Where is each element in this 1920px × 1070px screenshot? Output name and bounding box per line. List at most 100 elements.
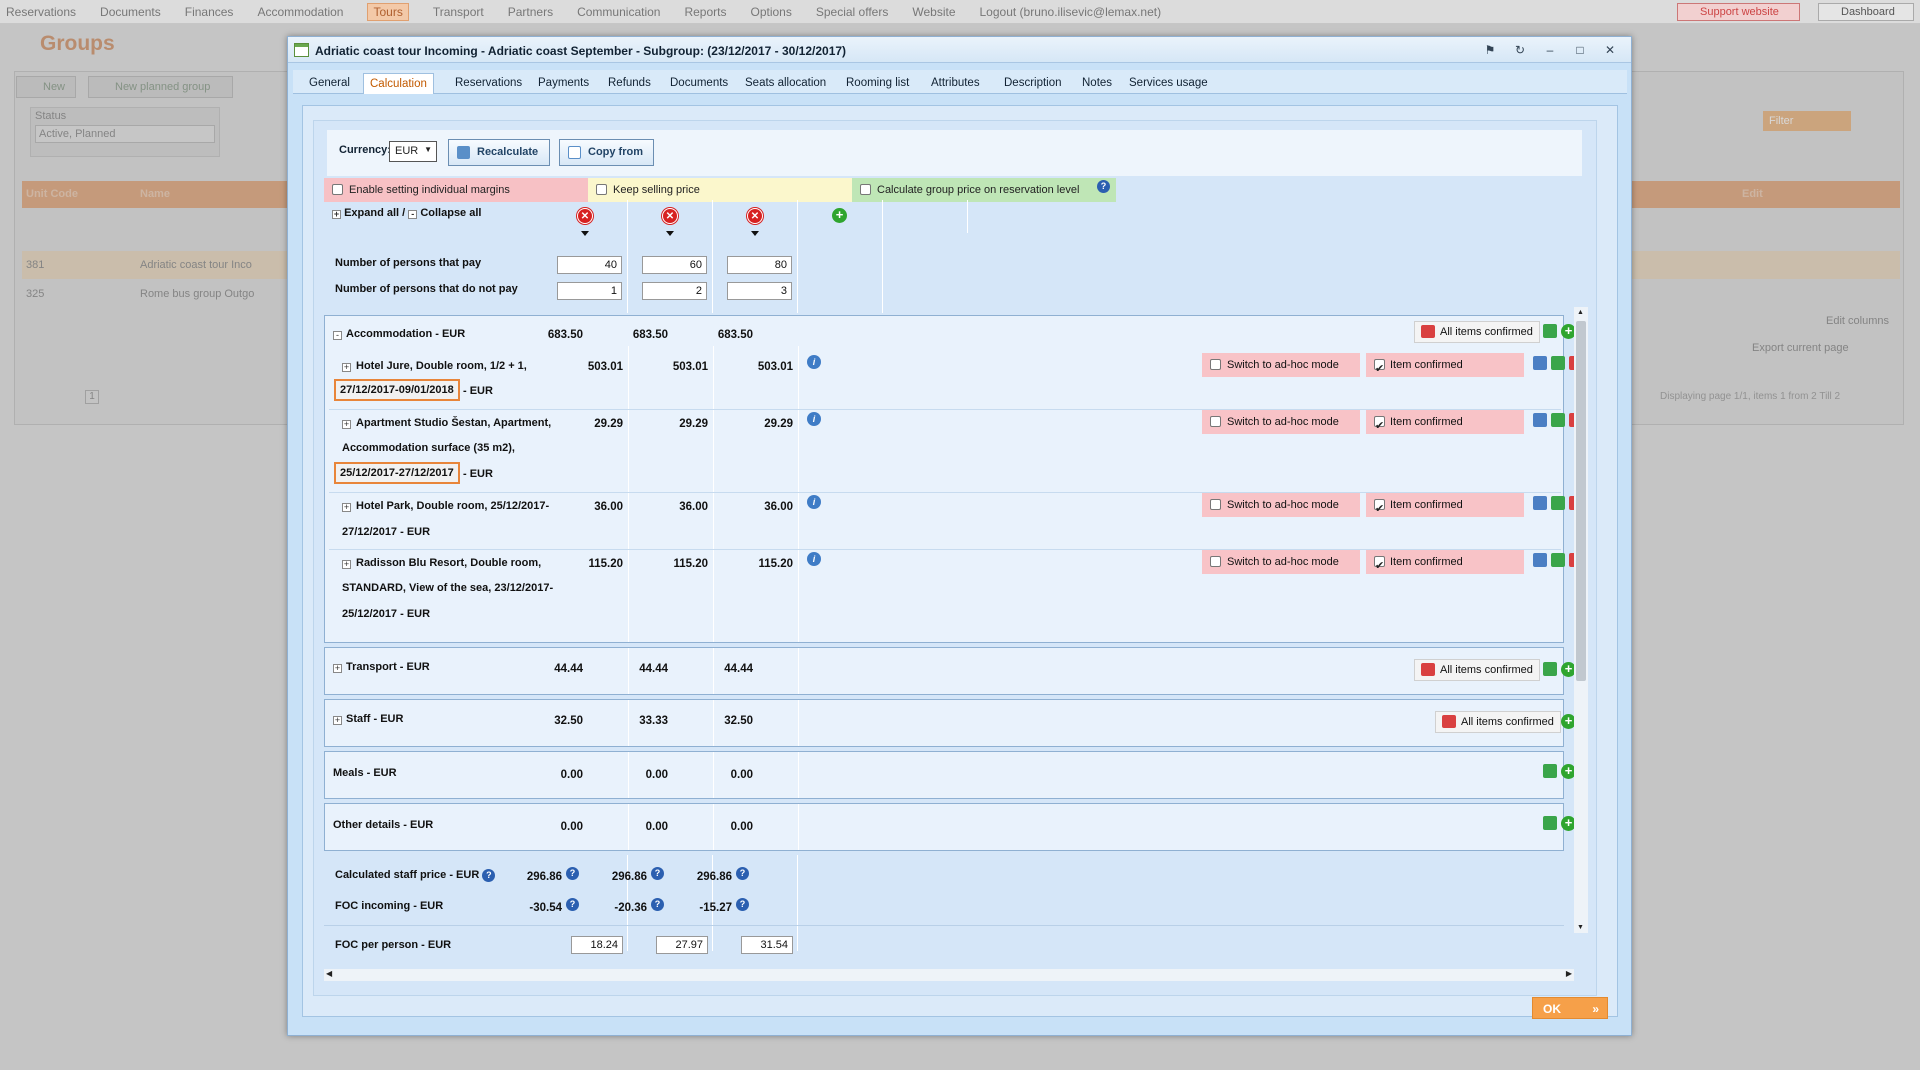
tab-services-usage[interactable]: Services usage [1123, 73, 1214, 94]
all-items-confirmed-button[interactable]: All items confirmed [1435, 711, 1561, 733]
edit-section-icon[interactable] [1543, 816, 1557, 830]
option-group-price[interactable]: Calculate group price on reservation lev… [852, 178, 1116, 202]
copy-from-button[interactable]: Copy from [559, 139, 654, 166]
adhoc-checkbox[interactable] [1210, 499, 1221, 510]
help-icon[interactable]: ? [736, 867, 749, 880]
keep-price-checkbox[interactable] [596, 184, 607, 195]
minimize-icon[interactable]: – [1541, 42, 1559, 58]
menu-communication[interactable]: Communication [577, 5, 660, 21]
info-icon[interactable]: i [807, 495, 821, 509]
expand-item-icon[interactable]: + [342, 560, 351, 569]
option-individual-margins[interactable]: Enable setting individual margins [324, 178, 588, 202]
column-2-menu-icon[interactable] [666, 231, 674, 236]
support-website-button[interactable]: Support website [1677, 3, 1800, 21]
currency-select[interactable]: EUR ▼ [389, 141, 437, 162]
persons-pay-input-2[interactable]: 60 [642, 256, 707, 274]
tab-notes[interactable]: Notes [1076, 73, 1118, 94]
collapse-icon[interactable]: - [408, 210, 418, 219]
foc-per-person-input-3[interactable]: 31.54 [741, 936, 793, 954]
remove-column-3-icon[interactable]: ✕ [747, 208, 763, 224]
menu-documents[interactable]: Documents [100, 5, 161, 21]
switch-adhoc-toggle[interactable]: Switch to ad-hoc mode [1202, 493, 1360, 517]
menu-transport[interactable]: Transport [433, 5, 484, 21]
recalculate-button[interactable]: Recalculate [448, 139, 550, 166]
switch-adhoc-toggle[interactable]: Switch to ad-hoc mode [1202, 410, 1360, 434]
tab-description[interactable]: Description [998, 73, 1068, 94]
all-items-confirmed-button[interactable]: All items confirmed [1414, 659, 1540, 681]
dashboard-button[interactable]: Dashboard [1818, 3, 1914, 21]
tab-reservations[interactable]: Reservations [449, 73, 528, 94]
collapse-accommodation-icon[interactable]: - [333, 331, 342, 340]
item-details-icon[interactable] [1533, 356, 1547, 370]
menu-partners[interactable]: Partners [508, 5, 553, 21]
item-confirmed-checkbox[interactable] [1374, 554, 1385, 578]
help-icon[interactable]: ? [1097, 180, 1110, 193]
expand-item-icon[interactable]: + [342, 503, 351, 512]
margins-checkbox[interactable] [332, 184, 343, 195]
ok-button[interactable]: OK » [1532, 997, 1608, 1019]
tab-rooming-list[interactable]: Rooming list [840, 73, 915, 94]
item-confirmed-toggle[interactable]: Item confirmed [1366, 550, 1524, 578]
expand-icon[interactable]: + [332, 210, 341, 219]
collapse-all-link[interactable]: Collapse all [420, 207, 481, 219]
info-icon[interactable]: i [807, 552, 821, 566]
menu-accommodation[interactable]: Accommodation [257, 5, 343, 21]
info-icon[interactable]: i [807, 355, 821, 369]
item-details-icon[interactable] [1533, 413, 1547, 427]
maximize-icon[interactable]: □ [1571, 42, 1589, 58]
menu-special-offers[interactable]: Special offers [816, 5, 889, 21]
switch-adhoc-toggle[interactable]: Switch to ad-hoc mode [1202, 550, 1360, 574]
item-confirmed-checkbox[interactable] [1374, 357, 1385, 381]
menu-reports[interactable]: Reports [684, 5, 726, 21]
scroll-thumb[interactable] [1576, 321, 1586, 681]
foc-per-person-input-1[interactable]: 18.24 [571, 936, 623, 954]
tab-attributes[interactable]: Attributes [925, 73, 986, 94]
tab-payments[interactable]: Payments [532, 73, 595, 94]
expand-all-link[interactable]: Expand all / [344, 207, 405, 219]
refresh-icon[interactable]: ↻ [1511, 42, 1529, 58]
item-confirmed-toggle[interactable]: Item confirmed [1366, 493, 1524, 521]
foc-per-person-input-2[interactable]: 27.97 [656, 936, 708, 954]
item-edit-icon[interactable] [1551, 413, 1565, 427]
menu-website[interactable]: Website [912, 5, 955, 21]
adhoc-checkbox[interactable] [1210, 416, 1221, 427]
adhoc-checkbox[interactable] [1210, 556, 1221, 567]
scroll-left-icon[interactable]: ◀ [326, 969, 332, 978]
item-edit-icon[interactable] [1551, 496, 1565, 510]
item-confirmed-toggle[interactable]: Item confirmed [1366, 353, 1524, 381]
item-confirmed-toggle[interactable]: Item confirmed [1366, 410, 1524, 438]
item-details-icon[interactable] [1533, 496, 1547, 510]
menu-options[interactable]: Options [751, 5, 792, 21]
item-apartment-dates[interactable]: 25/12/2017-27/12/2017 [334, 462, 460, 484]
group-price-checkbox[interactable] [860, 184, 871, 195]
tab-calculation[interactable]: Calculation [363, 73, 434, 94]
item-confirmed-checkbox[interactable] [1374, 414, 1385, 438]
tab-documents[interactable]: Documents [664, 73, 734, 94]
scroll-right-icon[interactable]: ▶ [1566, 969, 1572, 978]
expand-item-icon[interactable]: + [342, 363, 351, 372]
expand-transport-icon[interactable]: + [333, 664, 342, 673]
remove-column-2-icon[interactable]: ✕ [662, 208, 678, 224]
add-column-icon[interactable]: + [832, 208, 847, 223]
menu-reservations[interactable]: Reservations [6, 5, 76, 21]
vertical-scrollbar[interactable]: ▲ ▼ [1574, 307, 1588, 933]
item-edit-icon[interactable] [1551, 356, 1565, 370]
menu-finances[interactable]: Finances [185, 5, 234, 21]
remove-column-1-icon[interactable]: ✕ [577, 208, 593, 224]
menu-logout[interactable]: Logout (bruno.ilisevic@lemax.net) [980, 5, 1162, 21]
item-details-icon[interactable] [1533, 553, 1547, 567]
adhoc-checkbox[interactable] [1210, 359, 1221, 370]
persons-nopay-input-1[interactable]: 1 [557, 282, 622, 300]
edit-section-icon[interactable] [1543, 662, 1557, 676]
persons-nopay-input-2[interactable]: 2 [642, 282, 707, 300]
persons-pay-input-3[interactable]: 80 [727, 256, 792, 274]
tab-seats-allocation[interactable]: Seats allocation [739, 73, 832, 94]
tab-general[interactable]: General [303, 73, 356, 94]
item-confirmed-checkbox[interactable] [1374, 497, 1385, 521]
item-hotel-jure-dates[interactable]: 27/12/2017-09/01/2018 [334, 379, 460, 401]
persons-nopay-input-3[interactable]: 3 [727, 282, 792, 300]
help-icon[interactable]: ? [736, 898, 749, 911]
edit-section-icon[interactable] [1543, 764, 1557, 778]
expand-item-icon[interactable]: + [342, 420, 351, 429]
option-keep-selling-price[interactable]: Keep selling price [588, 178, 852, 202]
